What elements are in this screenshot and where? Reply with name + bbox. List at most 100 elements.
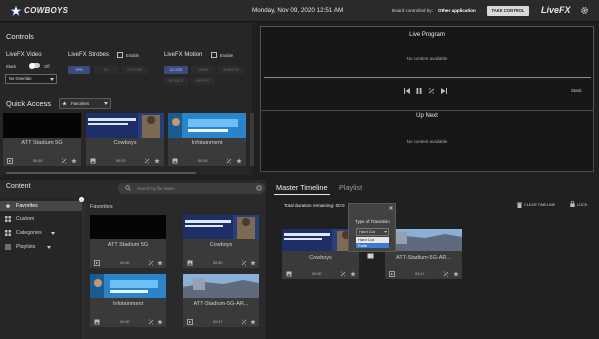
card-duration: 00:30 [198,159,208,163]
video-icon [7,158,13,164]
chevron-down-icon [50,78,54,81]
content-card[interactable]: Cowboys 00:30 [183,215,259,268]
lock-icon[interactable] [570,201,575,207]
star-icon[interactable] [157,260,163,266]
transition-icon[interactable] [428,88,435,94]
strobe-option-sd[interactable]: SD [94,66,118,74]
trash-icon[interactable] [517,202,522,208]
thumbnail [90,274,166,298]
chevron-down-icon [384,231,387,233]
timeline-card[interactable]: ATT-Stadium-5G-AR... 00:47 [385,229,462,279]
star-icon[interactable] [236,158,242,164]
board-controller-name: Other application [438,8,476,13]
motion-option-rotate[interactable]: ROTATE [164,77,188,85]
up-next-empty: No content available [406,139,448,144]
card-duration: 00:47 [213,320,223,324]
lock-button[interactable]: LOCK [577,203,587,207]
star-icon[interactable] [250,260,256,266]
up-next-title: Up Next [416,113,438,119]
star-logo-icon [10,5,22,17]
card-duration: 00:47 [415,272,425,276]
card-title: ATT Stadium 5G [107,242,149,248]
black-toggle[interactable] [29,62,40,69]
star-icon[interactable] [157,319,163,325]
pause-icon[interactable] [416,88,422,94]
live-program-panel: Live Program No content available Static [260,26,594,116]
skip-back-icon[interactable] [404,88,410,94]
card-title: ATT-Stadium-5G-AR... [193,301,249,307]
strobes-enable-checkbox[interactable] [117,52,123,58]
transition-icon[interactable] [340,271,346,277]
active-tab-indicator [274,194,330,195]
transition-icon[interactable] [148,319,154,325]
clear-timeline-button[interactable]: CLEAR TIMELINE [524,203,555,207]
favorites-section-title: Favorites [90,204,113,210]
info-icon[interactable]: i [79,197,84,202]
thumbnail [86,113,164,138]
tab-master-timeline[interactable]: Master Timeline [276,183,328,192]
sidebar-item-favorites[interactable]: Favorites [0,201,82,211]
star-icon[interactable] [350,271,356,277]
transition-icon[interactable] [144,158,150,164]
strobes-enable-label: Enable [126,53,140,58]
image-icon [90,158,96,164]
star-icon[interactable] [250,319,256,325]
image-icon [94,319,100,325]
transition-icon[interactable] [226,158,232,164]
thumbnail [3,113,81,138]
card-title: ATT-Stadium-5G-AR... [396,255,451,261]
content-card[interactable]: ATT-Stadium-5G-AR... 00:47 [183,274,259,327]
sidebar-item-label: Custom [16,216,35,222]
motion-option-ripple[interactable]: RIPPLE [191,77,215,85]
motion-option-open[interactable]: OPEN [191,66,215,74]
quick-access-card[interactable]: Cowboys 00:20 [86,113,164,166]
sidebar-item-custom[interactable]: Custom [0,214,82,224]
star-icon[interactable] [71,158,77,164]
thumbnail [385,229,462,251]
transition-select-value: Hard Cut [359,229,376,234]
image-icon [172,158,178,164]
take-control-button[interactable]: TAKE CONTROL [487,6,529,16]
thumbnail [183,215,259,239]
tab-playlist[interactable]: Playlist [339,183,362,192]
livefx-strobes-title: LiveFX Strobes [68,52,110,58]
content-card[interactable]: ATT Stadium 5G 00:30 [90,215,166,268]
transition-icon[interactable] [61,158,67,164]
video-icon [389,271,395,277]
sidebar-item-playlists[interactable]: Playlists [0,242,82,252]
sidebar-item-label: Playlists [16,244,36,250]
transition-icon[interactable] [241,260,247,266]
transition-marker-icon[interactable] [367,253,374,259]
vertical-scrollbar[interactable] [82,198,85,339]
skip-forward-icon[interactable] [441,88,447,94]
strobe-option-spr[interactable]: SPR [68,66,90,74]
progress-track[interactable] [264,77,591,78]
motion-option-inverse[interactable]: INVERSE [218,66,244,74]
gear-icon[interactable] [580,6,589,15]
close-icon[interactable] [389,206,393,210]
card-duration: 00:30 [120,261,130,265]
close-icon[interactable] [256,185,262,191]
sidebar-item-categories[interactable]: Categories [0,228,82,238]
transition-icon[interactable] [148,260,154,266]
live-program-title: Live Program [409,32,445,38]
star-icon[interactable] [453,271,459,277]
content-card[interactable]: Infotainment 00:30 [90,274,166,327]
sidebar-item-label: Favorites [16,203,38,209]
star-icon[interactable] [154,158,160,164]
transition-icon[interactable] [241,319,247,325]
override-value: No Override [9,76,32,81]
motion-enable-checkbox[interactable] [211,52,217,58]
transition-popup-title: Type of Transition [355,219,390,224]
content-title: Content [6,183,31,190]
card-title: Infotainment [112,301,144,307]
quick-access-card[interactable]: Infotainment 00:30 [168,113,246,166]
star-icon [5,203,11,209]
horizontal-scrollbar[interactable] [6,172,196,174]
strobe-option-strobe[interactable]: STROBE [122,66,148,74]
transition-icon[interactable] [443,271,449,277]
quick-access-card[interactable]: ATT Stadium 5G 00:30 [3,113,81,166]
search-icon [125,185,131,191]
transition-option-fade[interactable]: Fade [356,242,389,248]
motion-option-close[interactable]: CLOSE [164,66,188,74]
